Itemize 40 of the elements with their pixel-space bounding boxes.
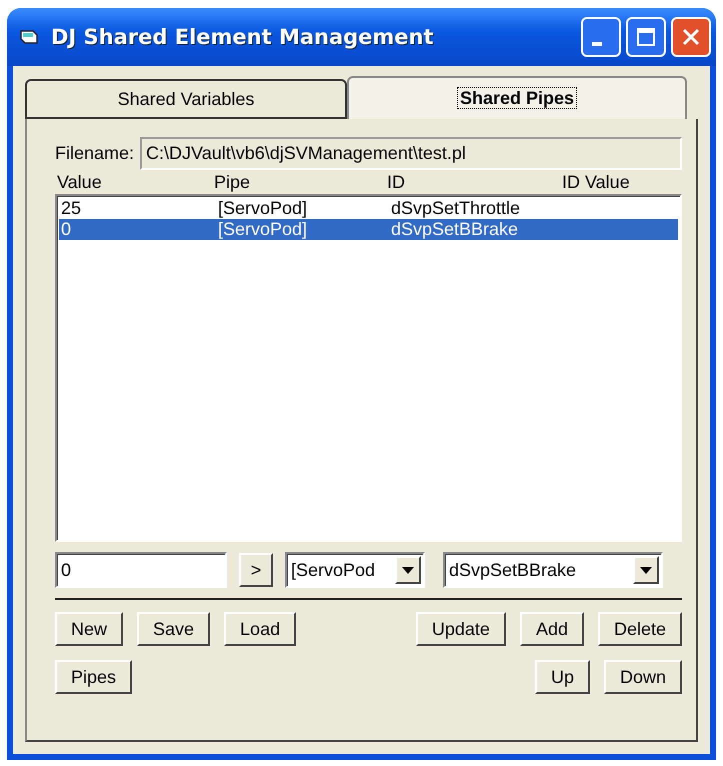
column-header: Pipe: [213, 172, 252, 194]
column-header: ID: [386, 172, 406, 194]
close-icon: [681, 27, 701, 47]
list-cell-text: 0: [60, 219, 72, 240]
action-button[interactable]: Down: [604, 660, 682, 694]
action-button[interactable]: Delete: [598, 612, 682, 646]
action-button[interactable]: Save: [137, 612, 210, 646]
action-button[interactable]: Load: [224, 612, 296, 646]
minimize-icon: [592, 42, 602, 46]
tab[interactable]: Shared Pipes: [347, 76, 687, 119]
list-cell-text: [ServoPod]: [217, 219, 308, 240]
column-header: ID Value: [561, 172, 631, 194]
filename-field: C:\DJVault\vb6\djSVManagement\test.pl: [140, 137, 682, 170]
pipe-dropdown[interactable]: [ServoPod: [285, 552, 425, 588]
value-field[interactable]: 0: [55, 552, 227, 588]
action-button[interactable]: Add: [520, 612, 584, 646]
minimize-button[interactable]: [581, 17, 621, 57]
close-button[interactable]: [671, 17, 711, 57]
list-cell-text: dSvpSetThrottle: [390, 198, 522, 219]
list-cell-text: dSvpSetBBrake: [390, 219, 520, 240]
column-header: Value: [56, 172, 103, 194]
list-cell-text: 25: [60, 198, 82, 219]
action-button[interactable]: New: [55, 612, 124, 646]
maximize-icon: [636, 27, 656, 47]
apply-button[interactable]: >: [239, 553, 273, 587]
window-title: DJ Shared Element Management: [51, 25, 435, 49]
tab[interactable]: Shared Variables: [25, 79, 347, 119]
dropdown-arrow-icon: [640, 566, 652, 574]
id-dropdown[interactable]: dSvpSetBBrake: [443, 552, 663, 588]
action-button[interactable]: Update: [416, 612, 506, 646]
action-button[interactable]: Pipes: [55, 660, 132, 694]
list-row[interactable]: 25 [ServoPod] dSvpSetThrottle: [59, 198, 678, 219]
action-button[interactable]: Up: [534, 660, 590, 694]
list-box[interactable]: 25 [ServoPod] dSvpSetThrottle 0 [ServoPod] dSvpSetBBrake: [55, 194, 682, 542]
app-icon: [19, 28, 41, 46]
maximize-button[interactable]: [626, 17, 666, 57]
list-cell-text: [ServoPod]: [217, 198, 308, 219]
filename-label: Filename:: [55, 143, 134, 164]
list-row[interactable]: 0 [ServoPod] dSvpSetBBrake: [59, 219, 678, 240]
dropdown-arrow-icon: [402, 566, 414, 574]
